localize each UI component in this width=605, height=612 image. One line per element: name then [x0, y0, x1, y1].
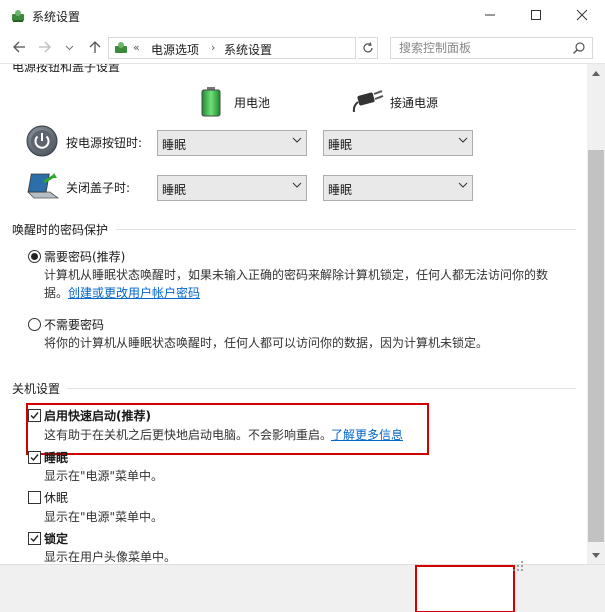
close-icon: [576, 9, 588, 21]
sleep-checkbox[interactable]: [28, 451, 41, 464]
require-password-radio[interactable]: [28, 250, 41, 263]
require-password-desc-end: 据。: [44, 286, 69, 300]
select-value: 睡眠: [328, 138, 353, 152]
power-button-plugged-select[interactable]: 睡眠: [323, 130, 473, 156]
maximize-icon: [531, 10, 541, 20]
change-password-link[interactable]: 创建或更改用户帐户密码: [68, 284, 200, 301]
column-label-plugged: 接通电源: [390, 96, 439, 110]
chevron-down-icon: [458, 135, 468, 148]
minimize-icon: [485, 14, 495, 16]
breadcrumb-separator-icon[interactable]: ›: [211, 41, 215, 54]
search-input[interactable]: [391, 38, 571, 58]
scrollbar-thumb[interactable]: [588, 150, 604, 542]
window-title: 系统设置: [32, 10, 81, 24]
chevron-down-icon: [458, 180, 468, 193]
search-icon[interactable]: [572, 41, 586, 55]
close-lid-label: 关闭盖子时:: [66, 181, 131, 195]
refresh-button[interactable]: [358, 37, 378, 59]
address-bar[interactable]: « 电源选项 › 系统设置: [108, 37, 454, 59]
chevron-down-icon: [292, 135, 302, 148]
chevron-down-icon: [65, 45, 73, 50]
no-password-radio[interactable]: [28, 318, 41, 331]
power-button-battery-select[interactable]: 睡眠: [157, 130, 307, 156]
lock-desc: 显示在用户头像菜单中。: [44, 550, 177, 564]
close-button[interactable]: [559, 0, 605, 30]
close-lid-battery-select[interactable]: 睡眠: [157, 175, 307, 201]
select-value: 睡眠: [162, 138, 187, 152]
breadcrumb-item-system-settings[interactable]: 系统设置: [224, 41, 272, 58]
power-button-label: 按电源按钮时:: [66, 136, 143, 150]
laptop-lid-icon: [27, 173, 60, 199]
triangle-up-icon: [592, 70, 600, 76]
hibernate-label[interactable]: 休眠: [44, 489, 68, 506]
scroll-down-button[interactable]: [587, 547, 605, 564]
arrow-left-icon: [13, 41, 25, 53]
forward-button[interactable]: [36, 38, 54, 56]
checkmark-icon: [30, 535, 39, 543]
require-password-label[interactable]: 需要密码(推荐): [44, 248, 125, 265]
breadcrumb-item-power-options[interactable]: 电源选项: [151, 41, 199, 58]
recent-locations-button[interactable]: [60, 38, 78, 56]
battery-icon: [201, 87, 221, 117]
checkmark-icon: [30, 454, 39, 462]
minimize-button[interactable]: [467, 0, 513, 30]
power-plug-icon: [352, 90, 384, 113]
power-options-icon: [12, 10, 24, 22]
scroll-up-button[interactable]: [587, 64, 605, 81]
power-buttons-heading: 电源按钮和盖子设置: [12, 64, 121, 74]
require-password-desc: 计算机从睡眠状态唤醒时，如果未输入正确的密码来解除计算机锁定，任何人都无法访问你…: [44, 268, 549, 282]
triangle-down-icon: [592, 552, 600, 558]
no-password-label[interactable]: 不需要密码: [44, 316, 104, 333]
sleep-label[interactable]: 睡眠: [44, 449, 68, 466]
section-divider: [116, 229, 576, 230]
close-lid-plugged-select[interactable]: 睡眠: [323, 175, 473, 201]
chevron-down-icon: [292, 180, 302, 193]
hibernate-desc: 显示在"电源"菜单中。: [44, 510, 164, 524]
power-button-icon: [26, 125, 58, 157]
arrow-up-icon: [89, 41, 101, 53]
hibernate-checkbox[interactable]: [28, 491, 41, 504]
settings-content: 电源按钮和盖子设置 用电池 接通电源 按电源按钮时: 睡眠 睡眠 关闭盖子时: …: [0, 64, 587, 564]
title-bar: 系统设置: [0, 0, 605, 32]
lock-checkbox[interactable]: [28, 532, 41, 545]
column-label-battery: 用电池: [234, 96, 271, 110]
sleep-desc: 显示在"电源"菜单中。: [44, 469, 164, 483]
navigation-bar: « 电源选项 › 系统设置: [0, 32, 605, 64]
select-value: 睡眠: [162, 183, 187, 197]
up-button[interactable]: [86, 38, 104, 56]
vertical-scrollbar[interactable]: [587, 64, 605, 564]
select-value: 睡眠: [328, 183, 353, 197]
resize-grip-icon[interactable]: [508, 559, 526, 573]
shutdown-section-title: 关机设置: [12, 382, 61, 396]
refresh-icon: [362, 42, 373, 53]
section-divider: [66, 388, 576, 389]
search-box[interactable]: [390, 37, 593, 59]
power-options-icon: [115, 42, 127, 53]
fast-startup-highlight: [26, 403, 429, 455]
back-button[interactable]: [10, 38, 28, 56]
lock-label[interactable]: 锁定: [44, 530, 68, 547]
no-password-desc: 将你的计算机从睡眠状态唤醒时，任何人都可以访问你的数据，因为计算机未锁定。: [44, 336, 489, 350]
maximize-button[interactable]: [513, 0, 559, 30]
footer-bar: [0, 561, 605, 612]
arrow-right-icon: [39, 41, 51, 53]
password-section-title: 唤醒时的密码保护: [12, 223, 109, 237]
breadcrumb-overflow-icon[interactable]: «: [133, 41, 140, 54]
save-changes-button[interactable]: [415, 565, 515, 612]
